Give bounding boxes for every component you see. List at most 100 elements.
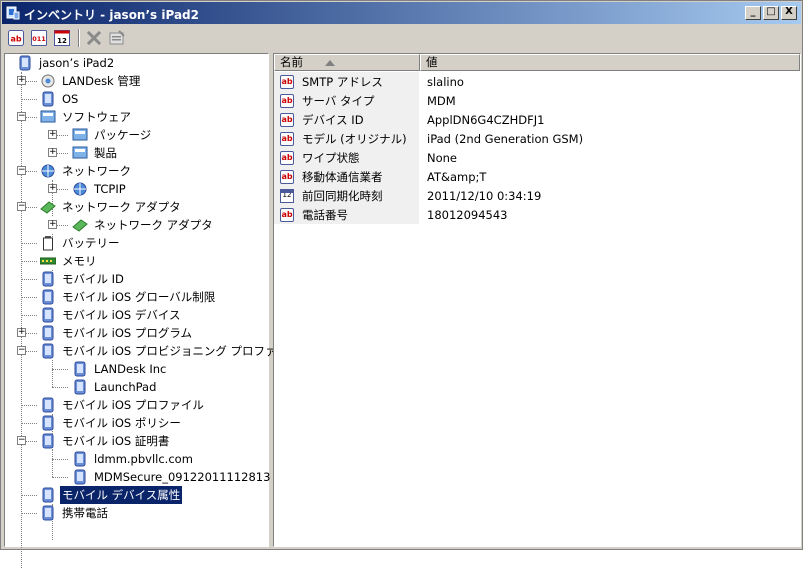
title-bar[interactable]: インベントリ - jason’s iPad2 _ □ X (2, 2, 801, 24)
tree-node-battery[interactable]: バッテリー (40, 234, 122, 252)
collapse-network-toggle[interactable]: − (17, 166, 26, 175)
tree-branch (21, 243, 37, 244)
expand-landesk-toggle[interactable]: + (17, 76, 26, 85)
list-item[interactable]: ab SMTP アドレス slalino (274, 72, 800, 91)
device-icon (42, 343, 54, 359)
tree-branch (52, 369, 68, 370)
tree-node-root[interactable]: jason’s iPad2 (17, 54, 116, 72)
ab-icon: ab (280, 93, 294, 108)
attribute-rows: ab SMTP アドレス slalino ab サーバ タイプ MDM ab デバイス… (274, 72, 800, 224)
tree-node-os[interactable]: OS (40, 90, 80, 108)
device-icon (42, 505, 54, 521)
device-icon (74, 361, 86, 377)
tree-branch (21, 99, 37, 100)
device-icon (42, 307, 54, 323)
text-attribute-button[interactable]: ab (6, 28, 26, 48)
memory-icon (40, 257, 56, 265)
attribute-list-pane[interactable]: 名前 値 ab SMTP アドレス slalino ab サーバ タイプ MDM a… (273, 53, 801, 547)
device-icon (42, 397, 54, 413)
ab-icon: ab (280, 112, 294, 127)
inventory-tree[interactable]: jason’s iPad2 + LANDesk 管理 OS − ソフトウェア + (5, 54, 300, 568)
tree-node-mobile-id[interactable]: モバイル ID (40, 270, 126, 288)
device-icon (42, 289, 54, 305)
tree-node-ios-device[interactable]: モバイル iOS デバイス (40, 306, 183, 324)
list-item[interactable]: ab モデル (オリジナル) iPad (2nd Generation GSM) (274, 129, 800, 148)
list-item[interactable]: 12 前回同期化時刻 2011/12/10 0:34:19 (274, 186, 800, 205)
expand-products-toggle[interactable]: + (48, 148, 57, 157)
svg-text:12: 12 (57, 37, 67, 45)
tree-guide-line (21, 72, 22, 568)
column-header-name[interactable]: 名前 (274, 54, 420, 71)
expand-tcpip-toggle[interactable]: + (48, 184, 57, 193)
collapse-software-toggle[interactable]: − (17, 112, 26, 121)
ab-icon: ab (280, 207, 294, 222)
tree-node-ios-profile[interactable]: モバイル iOS プロファイル (40, 396, 206, 414)
device-icon (42, 487, 54, 503)
tree-node-network[interactable]: ネットワーク (40, 162, 133, 180)
device-icon (42, 325, 54, 341)
tree-node-mobile-phone[interactable]: 携帯電話 (40, 504, 110, 522)
product-icon (72, 146, 88, 159)
list-item[interactable]: ab 移動体通信業者 AT&amp;T (274, 167, 800, 186)
tree-node-network-adapter[interactable]: ネットワーク アダプタ (40, 198, 183, 216)
device-icon (42, 271, 54, 287)
tree-node-memory[interactable]: メモリ (40, 252, 99, 270)
list-item[interactable]: ab ワイプ状態 None (274, 148, 800, 167)
ab-icon: ab (280, 169, 294, 184)
tree-node-packages[interactable]: パッケージ (72, 126, 153, 144)
tree-branch (21, 279, 37, 280)
window-title: インベントリ - jason’s iPad2 (24, 8, 199, 22)
tree-node-launchpad[interactable]: LaunchPad (72, 378, 158, 396)
close-button[interactable]: X (781, 6, 797, 20)
tree-guide-line (52, 450, 53, 477)
properties-icon (109, 30, 125, 45)
collapse-ios-certificate-toggle[interactable]: − (17, 436, 26, 445)
tree-node-ios-certificate[interactable]: モバイル iOS 証明書 (40, 432, 171, 450)
device-icon (74, 451, 86, 467)
landesk-management-icon (41, 74, 55, 88)
expand-packages-toggle[interactable]: + (48, 130, 57, 139)
collapse-network-adapter-toggle[interactable]: − (17, 202, 26, 211)
collapse-ios-provisioning-toggle[interactable]: − (17, 346, 26, 355)
tree-branch (21, 405, 37, 406)
binary-icon: 011 (31, 30, 47, 46)
tree-node-network-adapter-child[interactable]: ネットワーク アダプタ (72, 216, 215, 234)
tree-node-mobile-device-attributes[interactable]: モバイル デバイス属性 (40, 485, 184, 505)
device-icon (42, 433, 54, 449)
tree-node-cert-mdmsecure[interactable]: MDMSecure_09122011112813 (72, 468, 272, 486)
battery-icon (43, 236, 53, 251)
properties-button[interactable] (107, 28, 127, 48)
tree-node-tcpip[interactable]: TCPIP (72, 180, 128, 198)
ipad-device-icon (19, 55, 31, 71)
tree-branch (52, 459, 68, 460)
expand-ios-program-toggle[interactable]: + (17, 328, 26, 337)
minimize-button[interactable]: _ (745, 6, 761, 20)
tree-node-landesk-inc[interactable]: LANDesk Inc (72, 360, 168, 378)
tree-node-ios-global-restrictions[interactable]: モバイル iOS グローバル制限 (40, 288, 217, 306)
tree-node-ios-program[interactable]: モバイル iOS プログラム (40, 324, 194, 342)
tree-branch (21, 261, 37, 262)
tree-node-software[interactable]: ソフトウェア (40, 108, 133, 126)
tree-node-cert-ldmm[interactable]: ldmm.pbvllc.com (72, 450, 195, 468)
tree-node-ios-provisioning-profile[interactable]: モバイル iOS プロビジョニング プロファイル (40, 342, 302, 360)
tree-node-landesk[interactable]: LANDesk 管理 (40, 72, 142, 90)
column-header-value[interactable]: 値 (420, 54, 800, 71)
tree-node-products[interactable]: 製品 (72, 144, 119, 162)
expand-network-adapter-child-toggle[interactable]: + (48, 220, 57, 229)
calendar-icon: 12 (280, 188, 294, 203)
binary-attribute-button[interactable]: 011 (29, 28, 49, 48)
toolbar-separator (78, 29, 80, 47)
inventory-app-icon (6, 6, 20, 20)
list-item[interactable]: ab サーバ タイプ MDM (274, 91, 800, 110)
inventory-window: インベントリ - jason’s iPad2 _ □ X ab 011 12 j… (0, 0, 803, 568)
list-item[interactable]: ab 電話番号 18012094543 (274, 205, 800, 224)
tree-node-ios-policy[interactable]: モバイル iOS ポリシー (40, 414, 183, 432)
inventory-tree-pane[interactable]: jason’s iPad2 + LANDesk 管理 OS − ソフトウェア + (4, 53, 300, 568)
ab-icon: ab (8, 30, 24, 46)
maximize-button[interactable]: □ (763, 6, 779, 20)
tcpip-icon (73, 182, 87, 196)
delete-button[interactable] (84, 28, 104, 48)
date-attribute-button[interactable]: 12 (52, 28, 72, 48)
tree-guide-line (52, 360, 53, 387)
list-item[interactable]: ab デバイス ID ApplDN6G4CZHDFJ1 (274, 110, 800, 129)
